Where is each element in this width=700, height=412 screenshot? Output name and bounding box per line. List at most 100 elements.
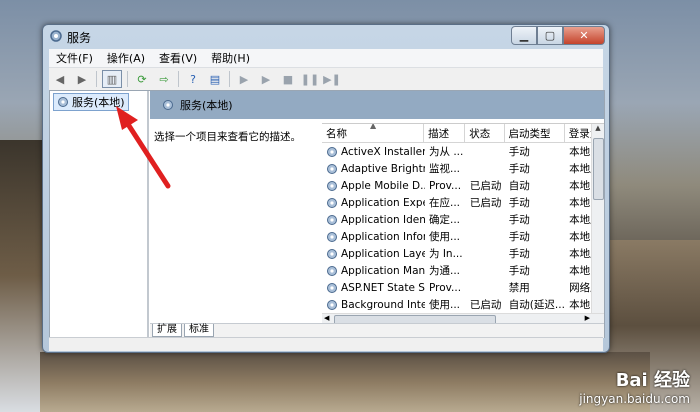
column-header-description[interactable]: 描述: [424, 124, 466, 142]
menu-view[interactable]: 查看(V): [152, 50, 204, 66]
service-status: 已启动: [469, 197, 502, 209]
service-name-cell: ActiveX Installer ...: [322, 146, 425, 158]
list-row[interactable]: Apple Mobile D... Prov... 已启动 自动 本地系: [322, 177, 604, 194]
forward-arrow-icon[interactable]: ▶: [73, 71, 91, 87]
gear-icon: [58, 97, 68, 107]
list-row[interactable]: Adaptive Brightn...监视...手动本地服: [322, 160, 604, 177]
pause-service-icon[interactable]: ❚❚: [301, 71, 319, 87]
tab-standard[interactable]: 标准: [184, 324, 214, 337]
view-tabs: 扩展 标准: [150, 323, 604, 338]
service-name: Adaptive Brightn...: [341, 162, 425, 175]
pane-header-label: 服务(本地): [180, 99, 233, 112]
service-name-cell: Apple Mobile D...: [322, 180, 425, 192]
close-icon: ✕: [579, 29, 589, 42]
list-row[interactable]: ASP.NET State S...Prov...禁用网络服: [322, 279, 604, 296]
scroll-right-icon[interactable]: ▶: [585, 314, 590, 322]
service-name-cell: ASP.NET State S...: [322, 282, 425, 294]
service-startup-type: 禁用: [508, 282, 530, 294]
maximize-button[interactable]: ▢: [537, 26, 563, 45]
service-description: 为 In...: [428, 248, 463, 260]
gear-icon: [163, 100, 173, 110]
service-description: 确定...: [428, 214, 460, 226]
service-startup-type: 手动: [508, 197, 530, 209]
service-name: ActiveX Installer ...: [341, 145, 425, 158]
column-header-status[interactable]: 状态: [465, 124, 505, 142]
gear-icon: [327, 180, 337, 191]
list-row[interactable]: Application Iden...确定...手动本地服: [322, 211, 604, 228]
service-startup-type: 自动(延迟...: [508, 299, 565, 311]
service-name-cell: Background Inte...: [322, 299, 425, 311]
service-status: 已启动: [469, 180, 502, 192]
show-hide-tree-icon[interactable]: ▥: [102, 70, 122, 88]
list-row[interactable]: Application Infor...使用...手动本地系: [322, 228, 604, 245]
title-bar[interactable]: 服务 ▁ ▢ ✕: [43, 25, 609, 47]
list-row[interactable]: Application Man...为通...手动本地系: [322, 262, 604, 279]
service-startup-type: 手动: [508, 248, 530, 260]
tree-node-services-local[interactable]: 服务(本地): [53, 93, 129, 111]
toolbar-separator: [178, 71, 179, 87]
column-header-label: 名称: [326, 127, 347, 140]
list-row[interactable]: Application Laye...为 In...手动本地服: [322, 245, 604, 262]
restart-service-icon[interactable]: ▶❚: [323, 71, 341, 87]
service-description: 为通...: [428, 265, 460, 277]
background-ground: [40, 352, 650, 412]
refresh-icon[interactable]: ⟳: [133, 71, 151, 87]
details-pane: 服务(本地) 选择一个项目来查看它的描述。 名称 ▲ 描述 状态 启动类型 登录为…: [150, 91, 604, 338]
menu-help[interactable]: 帮助(H): [204, 50, 257, 66]
gear-icon: [327, 197, 337, 208]
service-description: 在应...: [428, 197, 460, 209]
column-header-name[interactable]: 名称 ▲: [322, 124, 425, 142]
client-area: 服务(本地) 服务(本地) 选择一个项目来查看它的描述。 名称 ▲ 描述 状态 启…: [49, 90, 605, 338]
gear-icon: [327, 146, 337, 157]
toolbar-separator: [229, 71, 230, 87]
menu-action[interactable]: 操作(A): [100, 50, 152, 66]
help-icon[interactable]: ?: [184, 71, 202, 87]
service-startup-type: 手动: [508, 265, 530, 277]
service-description: 使用...: [428, 231, 460, 243]
service-name: Apple Mobile D...: [341, 179, 425, 192]
list-row[interactable]: ActiveX Installer ...为从 ...手动本地系: [322, 143, 604, 160]
services-list: 名称▲ 描述 状态 启动类型 登录为 ActiveX Installer ...…: [322, 123, 604, 314]
toolbar-separator: [96, 71, 97, 87]
service-name-cell: Application Infor...: [322, 231, 425, 243]
service-description: 为从 ...: [428, 146, 464, 158]
services-window: 服务 ▁ ▢ ✕ 文件(F) 操作(A) 查看(V) 帮助(H) ◀ ▶ ▥ ⟳…: [42, 24, 610, 353]
toolbar-separator: [127, 71, 128, 87]
stop-service-icon[interactable]: ■: [279, 71, 297, 87]
service-name-cell: Application Man...: [322, 265, 425, 277]
gear-icon: [327, 282, 337, 293]
list-row[interactable]: Application Expe...在应...已启动手动本地系: [322, 194, 604, 211]
menu-file[interactable]: 文件(F): [49, 50, 100, 66]
service-name: Application Laye...: [341, 247, 425, 260]
service-name: Application Infor...: [341, 230, 425, 243]
vertical-scrollbar[interactable]: ▲: [591, 124, 604, 314]
list-header: 名称 ▲ 描述 状态 启动类型 登录为: [322, 124, 604, 143]
scroll-up-icon[interactable]: ▲: [592, 124, 604, 136]
service-description: Prov...: [428, 281, 462, 294]
console-tree: 服务(本地): [50, 91, 149, 337]
toolbar: ◀ ▶ ▥ ⟳ ⇨ ? ▤ ▶ ▶ ■ ❚❚ ▶❚: [49, 67, 603, 91]
gear-icon: [327, 214, 337, 225]
service-status: 已启动: [469, 299, 502, 311]
list-row[interactable]: Background Inte...使用...已启动自动(延迟...本地系: [322, 296, 604, 313]
tab-extended[interactable]: 扩展: [152, 324, 182, 337]
column-header-startup-type[interactable]: 启动类型: [505, 124, 565, 142]
scroll-left-icon[interactable]: ◀: [324, 314, 329, 322]
gear-icon: [327, 248, 337, 259]
minimize-icon: ▁: [519, 29, 529, 42]
start-service-icon[interactable]: ▶: [235, 71, 253, 87]
service-description: 使用...: [428, 299, 460, 311]
export-list-icon[interactable]: ⇨: [155, 71, 173, 87]
gear-icon: [327, 265, 337, 276]
scroll-thumb[interactable]: [593, 138, 604, 200]
service-name: Application Expe...: [341, 196, 425, 209]
service-name: Application Man...: [341, 264, 425, 277]
properties-icon[interactable]: ▤: [206, 71, 224, 87]
close-button[interactable]: ✕: [563, 26, 605, 45]
minimize-button[interactable]: ▁: [511, 26, 537, 45]
service-startup-type: 自动: [508, 180, 530, 192]
start-service-alt-icon[interactable]: ▶: [257, 71, 275, 87]
back-arrow-icon[interactable]: ◀: [51, 71, 69, 87]
window-title: 服务: [67, 31, 92, 45]
service-name: Background Inte...: [341, 298, 425, 311]
